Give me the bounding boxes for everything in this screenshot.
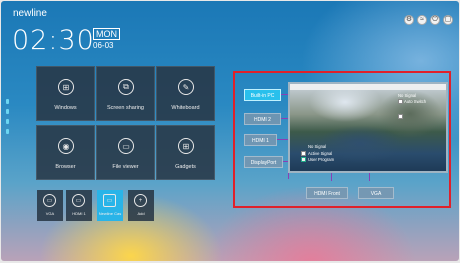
side-handle[interactable] [6, 129, 9, 134]
window-icon[interactable]: ▢ [443, 15, 453, 25]
channel-built-in-pc[interactable]: Built-in PC [244, 89, 281, 101]
hdmi-icon: ▭ [72, 194, 85, 207]
tile-gadgets[interactable]: ⊞ Gadgets [156, 125, 215, 180]
preview-label: No Signal [398, 93, 417, 98]
clock-time: 02:30 [12, 25, 95, 56]
tile-file-viewer[interactable]: ▭ File viewer [96, 125, 155, 180]
wifi-icon[interactable]: ≈ [417, 15, 427, 25]
grid-icon: ⊞ [178, 138, 194, 154]
tile-label: Whiteboard [171, 105, 200, 111]
preview-label: Auto Switch [404, 99, 427, 104]
preview-option-user-program: User Program [308, 157, 335, 162]
windows-icon: ⊞ [58, 79, 74, 95]
source-vga[interactable]: ▭ VGA [37, 190, 63, 221]
tile-label: Gadgets [175, 164, 196, 170]
tile-browser[interactable]: ◉ Browser [36, 125, 95, 180]
side-handle[interactable] [6, 109, 9, 114]
source-newline-cast[interactable]: ▭ Newline Cas [97, 190, 123, 221]
preview-no-signal: No Signal [308, 144, 327, 149]
brand-logo: newline [13, 8, 47, 19]
channel-hdmi-2[interactable]: HDMI 2 [244, 113, 281, 125]
folder-icon: ▭ [118, 138, 134, 154]
preview-checkbox[interactable] [398, 99, 403, 104]
source-label: HDMI 1 [72, 211, 86, 216]
clock-day: MON [93, 28, 120, 40]
pen-icon: ✎ [178, 79, 194, 95]
side-handle[interactable] [6, 119, 9, 124]
clock-date: 06-03 [93, 41, 114, 50]
power-icon[interactable]: ⏻ [430, 15, 440, 25]
tile-label: Screen sharing [107, 105, 144, 111]
channel-vga[interactable]: VGA [358, 187, 394, 199]
preview-option-active-signal: Active Signal [308, 151, 333, 156]
connector-line [331, 173, 332, 181]
preview-title-bar [290, 84, 446, 90]
source-label: VGA [45, 211, 55, 216]
top-toolbar: ⚙ ≈ ⏻ ▢ [404, 15, 453, 25]
source-hdmi-1[interactable]: ▭ HDMI 1 [66, 190, 92, 221]
preview-checkbox[interactable] [398, 114, 403, 119]
tile-whiteboard[interactable]: ✎ Whiteboard [156, 66, 215, 121]
tile-label: Browser [55, 164, 76, 170]
source-label: Add [137, 211, 145, 216]
side-handle[interactable] [6, 99, 9, 104]
screen-share-icon: ⧉ [118, 79, 134, 95]
source-preview[interactable]: No Signal Auto Switch No Signal Active S… [288, 82, 448, 173]
preview-checkbox[interactable] [301, 157, 306, 162]
preview-checkbox[interactable] [301, 151, 306, 156]
vga-icon: ▭ [43, 194, 56, 207]
tile-screen-sharing[interactable]: ⧉ Screen sharing [96, 66, 155, 121]
tile-windows[interactable]: ⊞ Windows [36, 66, 95, 121]
cast-icon: ▭ [103, 194, 116, 207]
tile-label: Windows [54, 105, 77, 111]
connector-line [369, 173, 370, 181]
tile-label: File viewer [112, 164, 139, 170]
channel-hdmi-1[interactable]: HDMI 1 [244, 134, 277, 146]
browser-icon: ◉ [58, 138, 74, 154]
settings-icon[interactable]: ⚙ [404, 15, 414, 25]
home-screen: newline 02:30 MON 06-03 ⚙ ≈ ⏻ ▢ ⊞ Window… [1, 1, 459, 261]
channel-hdmi-front[interactable]: HDMI Front [306, 187, 348, 199]
source-add[interactable]: + Add [128, 190, 154, 221]
add-icon: + [134, 194, 147, 207]
channel-displayport[interactable]: DisplayPort [244, 156, 283, 168]
source-label: Newline Cas [98, 211, 122, 216]
